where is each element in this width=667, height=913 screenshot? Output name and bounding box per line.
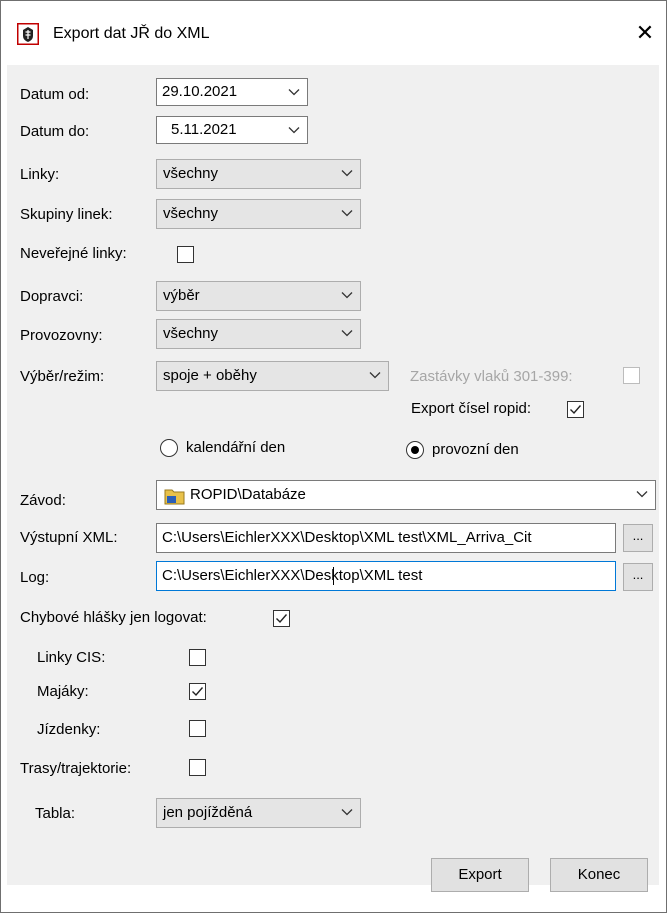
tabla-label: Tabla: bbox=[35, 805, 76, 822]
jizdenky-label: Jízdenky: bbox=[37, 721, 101, 738]
radio-kalendarni-den[interactable] bbox=[160, 439, 178, 457]
tabla-select[interactable]: jen pojížděná bbox=[156, 798, 361, 828]
chevron-down-icon bbox=[288, 127, 300, 134]
majaky-checkbox[interactable] bbox=[189, 683, 206, 700]
export-cisel-ropid-label: Export čísel ropid: bbox=[411, 400, 532, 417]
browse-xml-button[interactable]: ... bbox=[623, 524, 653, 552]
chevron-down-icon bbox=[341, 809, 353, 816]
vyber-rezim-value: spoje + oběhy bbox=[163, 367, 257, 384]
close-icon[interactable]: ✕ bbox=[631, 19, 659, 47]
datum-od-label: Datum od: bbox=[20, 86, 90, 103]
linky-select[interactable]: všechny bbox=[156, 159, 361, 189]
app-icon bbox=[17, 23, 39, 45]
radio-provozni-den[interactable] bbox=[406, 441, 424, 459]
provozovny-label: Provozovny: bbox=[20, 327, 103, 344]
checkmark-icon bbox=[276, 614, 288, 624]
zastavky-vlaku-label: Zastávky vlaků 301-399: bbox=[410, 368, 573, 385]
log-value: C:\Users\EichlerXXX\Desktop\XML test bbox=[162, 567, 423, 584]
log-label: Log: bbox=[20, 569, 50, 586]
chybove-hlasky-checkbox[interactable] bbox=[273, 610, 290, 627]
browse-log-button[interactable]: ... bbox=[623, 563, 653, 591]
neverejne-linky-checkbox[interactable] bbox=[177, 246, 194, 263]
title-bar[interactable]: Export dat JŘ do XML ✕ bbox=[1, 1, 666, 65]
vystupni-xml-value: C:\Users\EichlerXXX\Desktop\XML test\XML… bbox=[162, 529, 532, 546]
datum-do-picker[interactable]: 5.11.2021 bbox=[156, 116, 308, 144]
dopravci-select[interactable]: výběr bbox=[156, 281, 361, 311]
log-input[interactable]: C:\Users\EichlerXXX\Desktop\XML test bbox=[156, 561, 616, 591]
export-cisel-ropid-checkbox[interactable] bbox=[567, 401, 584, 418]
konec-button[interactable]: Konec bbox=[550, 858, 648, 892]
dopravci-label: Dopravci: bbox=[20, 288, 84, 305]
majaky-label: Majáky: bbox=[37, 683, 89, 700]
datum-od-value: 29.10.2021 bbox=[162, 83, 238, 100]
vystupni-xml-input[interactable]: C:\Users\EichlerXXX\Desktop\XML test\XML… bbox=[156, 523, 616, 553]
window-title: Export dat JŘ do XML bbox=[53, 25, 210, 42]
text-cursor bbox=[333, 567, 334, 585]
tabla-value: jen pojížděná bbox=[163, 804, 253, 821]
neverejne-linky-label: Neveřejné linky: bbox=[20, 245, 127, 262]
database-folder-icon bbox=[164, 489, 185, 505]
zavod-value: ROPID\Databáze bbox=[190, 486, 306, 503]
chybove-hlasky-label: Chybové hlášky jen logovat: bbox=[20, 609, 207, 626]
skupiny-linek-select[interactable]: všechny bbox=[156, 199, 361, 229]
datum-do-label: Datum do: bbox=[20, 123, 90, 140]
chevron-down-icon bbox=[341, 292, 353, 299]
trasy-label: Trasy/trajektorie: bbox=[20, 760, 132, 777]
linky-cis-label: Linky CIS: bbox=[37, 649, 106, 666]
zavod-label: Závod: bbox=[20, 492, 66, 509]
provozovny-select[interactable]: všechny bbox=[156, 319, 361, 349]
chevron-down-icon bbox=[369, 372, 381, 379]
vystupni-xml-label: Výstupní XML: bbox=[20, 529, 118, 546]
linky-value: všechny bbox=[163, 165, 219, 182]
chevron-down-icon bbox=[288, 89, 300, 96]
skupiny-linek-value: všechny bbox=[163, 205, 219, 222]
dopravci-value: výběr bbox=[163, 287, 200, 304]
export-dialog: Export dat JŘ do XML ✕ Datum od: 29.10.2… bbox=[0, 0, 667, 913]
linky-label: Linky: bbox=[20, 166, 60, 183]
zastavky-vlaku-checkbox[interactable] bbox=[623, 367, 640, 384]
zavod-select[interactable]: ROPID\Databáze bbox=[156, 480, 656, 510]
linky-cis-checkbox[interactable] bbox=[189, 649, 206, 666]
skupiny-linek-label: Skupiny linek: bbox=[20, 206, 113, 223]
radio-provozni-den-label: provozní den bbox=[432, 441, 519, 458]
checkmark-icon bbox=[192, 687, 204, 697]
radio-kalendarni-den-label: kalendářní den bbox=[186, 439, 286, 456]
radio-selected-dot bbox=[411, 446, 419, 454]
export-button[interactable]: Export bbox=[431, 858, 529, 892]
vyber-rezim-select[interactable]: spoje + oběhy bbox=[156, 361, 389, 391]
jizdenky-checkbox[interactable] bbox=[189, 720, 206, 737]
chevron-down-icon bbox=[636, 491, 648, 498]
trasy-checkbox[interactable] bbox=[189, 759, 206, 776]
vyber-rezim-label: Výběr/režim: bbox=[20, 368, 105, 385]
chevron-down-icon bbox=[341, 330, 353, 337]
chevron-down-icon bbox=[341, 170, 353, 177]
datum-do-value: 5.11.2021 bbox=[171, 121, 237, 138]
checkmark-icon bbox=[570, 405, 582, 415]
datum-od-picker[interactable]: 29.10.2021 bbox=[156, 78, 308, 106]
chevron-down-icon bbox=[341, 210, 353, 217]
provozovny-value: všechny bbox=[163, 325, 219, 342]
